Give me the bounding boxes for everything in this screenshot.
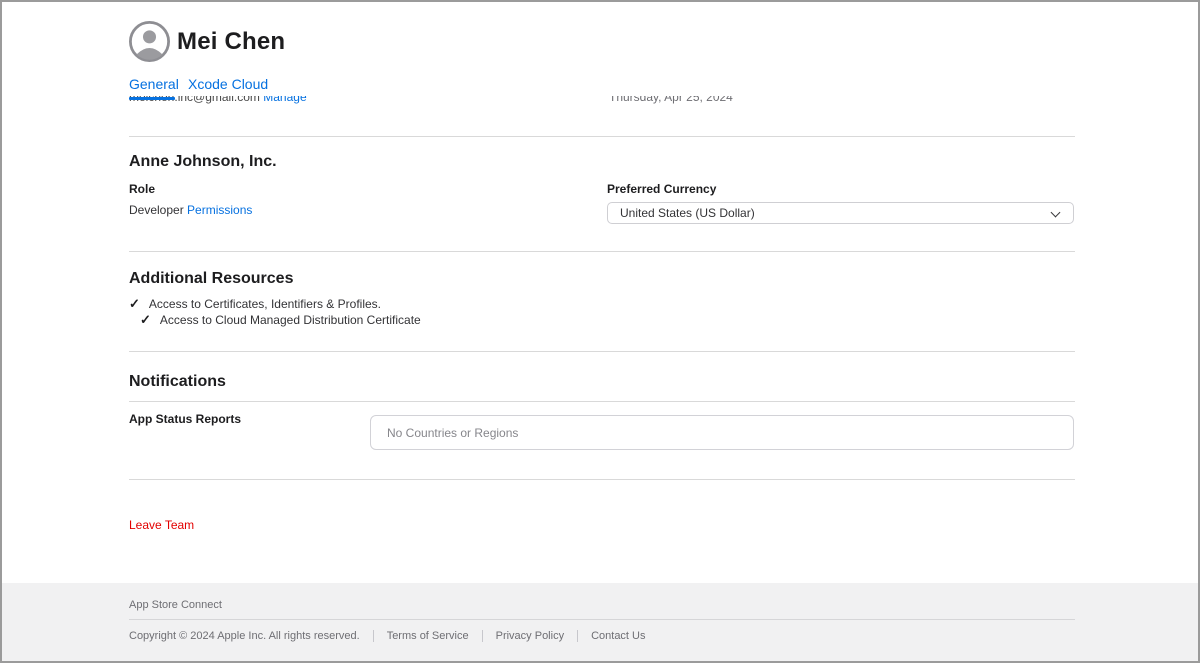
contact-us-link[interactable]: Contact Us: [591, 630, 645, 642]
preferred-currency-label: Preferred Currency: [607, 182, 716, 196]
footer-divider: [129, 619, 1075, 620]
active-tab-indicator: [129, 97, 175, 100]
resources-section-title: Additional Resources: [129, 270, 293, 288]
role-value-text: Developer: [129, 203, 184, 217]
tab-xcode-cloud[interactable]: Xcode Cloud: [188, 76, 268, 92]
page-footer: App Store Connect Copyright © 2024 Apple…: [2, 583, 1198, 661]
divider: [129, 479, 1075, 480]
tab-general[interactable]: General: [129, 76, 179, 92]
page: meichen.inc@gmail.com Manage Thursday, A…: [0, 0, 1200, 663]
app-status-reports-label: App Status Reports: [129, 412, 241, 426]
divider: [129, 401, 1075, 402]
divider: [129, 136, 1075, 137]
footer-brand: App Store Connect: [129, 599, 222, 611]
copyright-text: Copyright © 2024 Apple Inc. All rights r…: [129, 630, 360, 642]
resource-item-label: Access to Certificates, Identifiers & Pr…: [149, 297, 381, 311]
terms-of-service-link[interactable]: Terms of Service: [387, 630, 469, 642]
notifications-section-title: Notifications: [129, 373, 226, 391]
role-label: Role: [129, 182, 155, 196]
footer-links-row: Copyright © 2024 Apple Inc. All rights r…: [129, 630, 646, 642]
footer-separator: [482, 630, 483, 642]
leave-team-button[interactable]: Leave Team: [129, 518, 194, 532]
resource-item: ✓ Access to Certificates, Identifiers & …: [129, 296, 381, 312]
footer-separator: [373, 630, 374, 642]
footer-separator: [577, 630, 578, 642]
role-value: Developer Permissions: [129, 203, 252, 217]
preferred-currency-value: United States (US Dollar): [620, 206, 755, 220]
permissions-link[interactable]: Permissions: [187, 203, 252, 217]
checkmark-icon: ✓: [140, 312, 151, 328]
divider: [129, 351, 1075, 352]
preferred-currency-select[interactable]: United States (US Dollar): [607, 202, 1074, 224]
app-status-regions-box[interactable]: No Countries or Regions: [370, 415, 1074, 450]
avatar: [129, 21, 170, 62]
chevron-down-icon: [1051, 208, 1061, 218]
privacy-policy-link[interactable]: Privacy Policy: [496, 630, 564, 642]
page-header: Mei Chen General Xcode Cloud: [2, 2, 1198, 96]
resource-item: ✓ Access to Cloud Managed Distribution C…: [140, 312, 421, 328]
app-status-regions-placeholder: No Countries or Regions: [387, 426, 518, 440]
checkmark-icon: ✓: [129, 296, 140, 312]
team-section-title: Anne Johnson, Inc.: [129, 153, 277, 171]
page-title: Mei Chen: [177, 28, 285, 56]
resource-item-label: Access to Cloud Managed Distribution Cer…: [160, 313, 421, 327]
divider: [129, 251, 1075, 252]
